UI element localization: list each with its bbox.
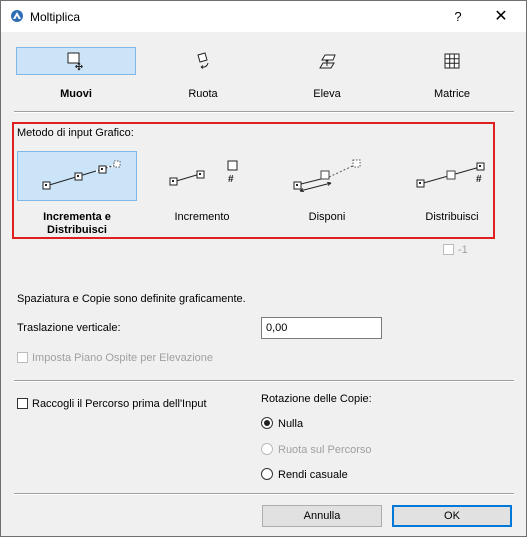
mode-elevate-label: Eleva	[313, 88, 341, 100]
mode-move-label: Muovi	[60, 88, 92, 100]
separator	[14, 493, 514, 495]
arrange-icon	[293, 159, 361, 193]
collect-path-label: Raccogli il Percorso prima dell'Input	[32, 398, 207, 410]
input-option-distribute-label: Distribuisci	[425, 211, 479, 223]
separator	[14, 111, 514, 113]
separator	[14, 380, 514, 382]
title-bar: Moltiplica ? ✕	[1, 1, 526, 32]
input-method-title: Metodo di input Grafico:	[17, 127, 134, 139]
input-option-increment-distribute[interactable]	[17, 151, 137, 201]
mode-rotate-label: Ruota	[188, 88, 218, 100]
input-option-distribute[interactable]: #	[392, 151, 512, 201]
mode-elevate-button[interactable]	[267, 47, 387, 75]
rotation-path-label: Ruota sul Percorso	[278, 444, 372, 456]
close-button[interactable]: ✕	[484, 3, 518, 29]
multiply-dialog: Moltiplica ? ✕ Muovi Ruota Eleva Matrice	[0, 0, 527, 537]
archicad-icon	[11, 10, 23, 22]
minus-one-checkbox[interactable]	[443, 244, 454, 255]
rotation-random-radio[interactable]	[261, 468, 273, 480]
host-floor-checkbox[interactable]	[17, 352, 28, 363]
matrix-icon	[444, 53, 460, 69]
distribute-icon: #	[416, 162, 485, 188]
host-floor-label: Imposta Piano Ospite per Elevazione	[32, 352, 213, 364]
elevate-icon	[319, 54, 336, 69]
window-title: Moltiplica	[30, 10, 81, 24]
svg-text:#: #	[476, 174, 482, 185]
input-option-arrange[interactable]	[267, 151, 387, 201]
input-option-increment-label: Incremento	[174, 211, 230, 223]
info-text: Spaziatura e Copie sono definite grafica…	[17, 293, 246, 305]
rotation-random-label: Rendi casuale	[278, 469, 348, 481]
mode-matrix-button[interactable]	[392, 47, 512, 75]
mode-move-button[interactable]	[16, 47, 136, 75]
input-option-increment-distribute-label: Incrementa e Distribuisci	[43, 211, 111, 236]
rotation-path-radio[interactable]	[261, 443, 273, 455]
increment-icon: #	[169, 160, 238, 186]
vertical-offset-label: Traslazione verticale:	[17, 322, 121, 334]
svg-text:#: #	[228, 174, 234, 185]
collect-path-checkbox[interactable]	[17, 398, 28, 409]
rotation-none-label: Nulla	[278, 418, 304, 430]
input-option-increment[interactable]: #	[142, 151, 262, 201]
minus-one-label: -1	[458, 244, 468, 256]
ok-button[interactable]: OK	[392, 505, 512, 527]
rotation-title: Rotazione delle Copie:	[261, 393, 372, 405]
cancel-button[interactable]: Annulla	[262, 505, 382, 527]
mode-matrix-label: Matrice	[433, 88, 471, 100]
rotation-none-radio[interactable]	[261, 417, 273, 429]
radio-selected-dot	[264, 420, 270, 426]
mode-rotate-button[interactable]	[143, 47, 263, 75]
vertical-offset-input[interactable]	[261, 317, 382, 339]
increment-distribute-icon	[42, 160, 121, 190]
rotate-icon	[197, 52, 209, 69]
move-icon	[67, 52, 83, 71]
input-option-arrange-label: Disponi	[308, 211, 346, 223]
help-button[interactable]: ?	[441, 3, 475, 29]
